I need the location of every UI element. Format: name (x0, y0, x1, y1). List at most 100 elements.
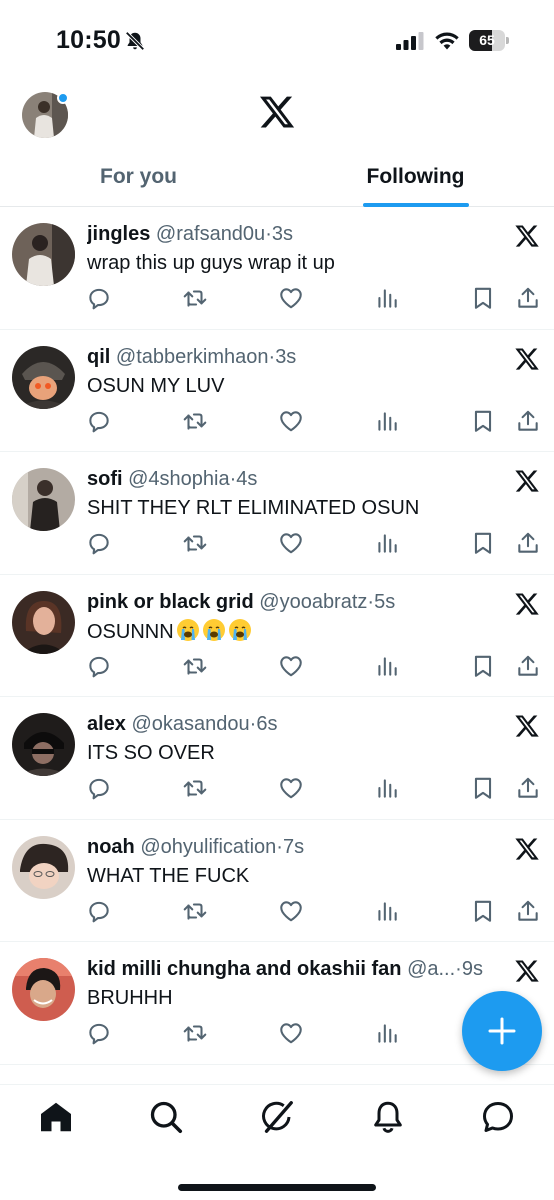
display-name[interactable]: qil (87, 346, 110, 368)
status-bar: 10:50 65 (0, 0, 554, 80)
like-button[interactable] (278, 653, 304, 679)
reply-button[interactable] (86, 530, 112, 556)
views-button[interactable] (374, 653, 400, 679)
display-name[interactable]: sofi (87, 468, 123, 490)
handle[interactable]: @okasandou (132, 713, 250, 735)
like-button[interactable] (278, 408, 304, 434)
nav-search[interactable] (148, 1099, 184, 1135)
views-button[interactable] (374, 285, 400, 311)
reply-button[interactable] (86, 775, 112, 801)
avatar[interactable] (12, 835, 75, 899)
like-button[interactable] (278, 775, 304, 801)
avatar[interactable] (12, 223, 75, 286)
reply-button[interactable] (86, 285, 112, 311)
views-button[interactable] (374, 1020, 400, 1046)
share-icon (518, 900, 538, 921)
tweet-actions (0, 408, 554, 436)
bookmark-button[interactable] (470, 530, 496, 556)
bookmark-button[interactable] (470, 775, 496, 801)
views-button[interactable] (374, 775, 400, 801)
retweet-button[interactable] (182, 653, 208, 679)
tweet[interactable]: pink or black grid @yooabratz·5s OSUNNN (0, 575, 554, 697)
tweet[interactable]: qil @tabberkimhaon·3s OSUN MY LUV (0, 330, 554, 452)
tweet-feed[interactable]: jingles @rafsand0u·3s wrap this up guys … (0, 207, 554, 1065)
retweet-button[interactable] (182, 775, 208, 801)
handle[interactable]: @a... (407, 958, 455, 980)
home-icon (41, 1102, 71, 1132)
x-logo-icon[interactable] (514, 223, 540, 249)
tweet[interactable]: alex @okasandou·6s ITS SO OVER (0, 697, 554, 820)
share-button[interactable] (515, 530, 541, 556)
avatar[interactable] (12, 345, 75, 409)
nav-notifications[interactable] (370, 1099, 406, 1135)
views-button[interactable] (374, 530, 400, 556)
bookmark-button[interactable] (470, 898, 496, 924)
display-name[interactable]: alex (87, 713, 126, 735)
x-logo-icon[interactable] (258, 93, 296, 131)
x-logo-icon[interactable] (514, 346, 540, 372)
bookmark-button[interactable] (470, 285, 496, 311)
compose-button[interactable] (462, 991, 542, 1071)
x-logo-icon[interactable] (514, 958, 540, 984)
display-name[interactable]: jingles (87, 223, 150, 245)
x-logo-icon[interactable] (514, 836, 540, 862)
views-button[interactable] (374, 408, 400, 434)
like-button[interactable] (278, 1020, 304, 1046)
share-button[interactable] (515, 653, 541, 679)
handle[interactable]: @rafsand0u (156, 223, 265, 245)
bookmark-icon (474, 655, 492, 677)
reply-button[interactable] (86, 653, 112, 679)
handle[interactable]: @4shophia (128, 468, 229, 490)
avatar[interactable] (12, 713, 75, 776)
retweet-button[interactable] (182, 285, 208, 311)
share-button[interactable] (515, 775, 541, 801)
like-button[interactable] (278, 285, 304, 311)
share-button[interactable] (515, 285, 541, 311)
nav-messages[interactable] (480, 1099, 516, 1135)
avatar[interactable] (12, 958, 75, 1021)
share-button[interactable] (515, 898, 541, 924)
tweet[interactable]: noah @ohyulification·7s WHAT THE FUCK (0, 820, 554, 942)
handle[interactable]: @ohyulification (140, 836, 276, 858)
x-logo-icon[interactable] (514, 468, 540, 494)
x-logo-icon[interactable] (514, 591, 540, 617)
reply-icon (89, 778, 109, 800)
loudly-crying-emoji-icon (202, 618, 225, 641)
views-button[interactable] (374, 898, 400, 924)
x-logo-icon[interactable] (514, 713, 540, 739)
tweet-actions (0, 653, 554, 681)
display-name[interactable]: noah (87, 836, 135, 858)
tweet-actions (0, 898, 554, 926)
handle[interactable]: @yooabratz (259, 591, 367, 613)
handle[interactable]: @tabberkimhaon (116, 346, 269, 368)
display-name[interactable]: kid milli chungha and okashii fan (87, 958, 402, 980)
retweet-button[interactable] (182, 530, 208, 556)
views-icon (378, 289, 397, 308)
reply-button[interactable] (86, 1020, 112, 1046)
retweet-icon (183, 535, 207, 552)
cellular-signal-icon (396, 32, 424, 50)
tab-following[interactable]: Following (277, 150, 554, 207)
tweet[interactable]: sofi @4shophia·4s SHIT THEY RLT ELIMINAT… (0, 452, 554, 575)
reply-button[interactable] (86, 408, 112, 434)
share-button[interactable] (515, 408, 541, 434)
avatar[interactable] (12, 590, 75, 654)
tab-for-you[interactable]: For you (0, 150, 277, 207)
retweet-button[interactable] (182, 898, 208, 924)
tweet[interactable]: jingles @rafsand0u·3s wrap this up guys … (0, 207, 554, 330)
avatar[interactable] (12, 468, 75, 531)
retweet-icon (183, 902, 207, 920)
tweet-header: pink or black grid @yooabratz·5s (87, 590, 396, 613)
timestamp: 3s (275, 345, 297, 368)
nav-home[interactable] (38, 1099, 74, 1135)
retweet-button[interactable] (182, 1020, 208, 1046)
like-button[interactable] (278, 530, 304, 556)
like-button[interactable] (278, 898, 304, 924)
retweet-button[interactable] (182, 408, 208, 434)
bookmark-button[interactable] (470, 653, 496, 679)
nav-grok[interactable] (259, 1099, 295, 1135)
tab-label: For you (100, 165, 177, 188)
display-name[interactable]: pink or black grid (87, 591, 254, 613)
reply-button[interactable] (86, 898, 112, 924)
bookmark-button[interactable] (470, 408, 496, 434)
